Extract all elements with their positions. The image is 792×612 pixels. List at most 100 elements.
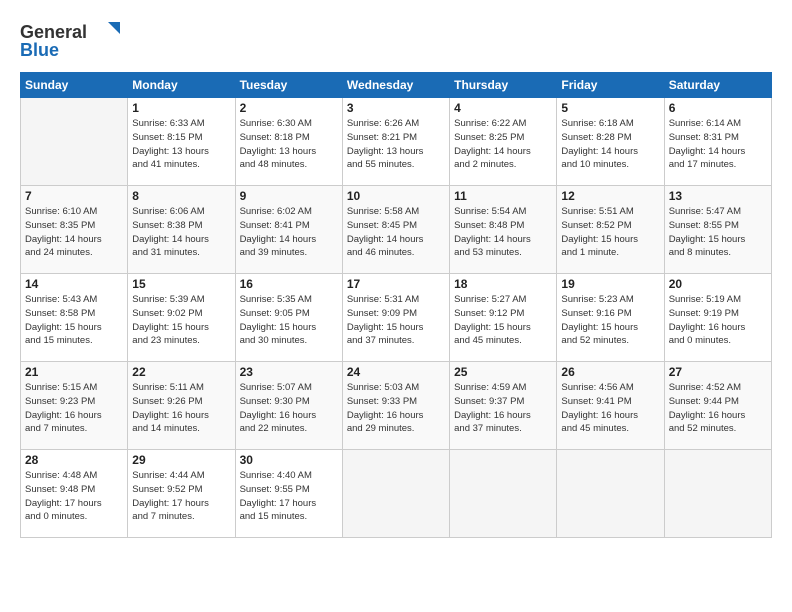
day-info: Sunrise: 6:10 AM Sunset: 8:35 PM Dayligh… bbox=[25, 205, 123, 260]
day-cell bbox=[664, 450, 771, 538]
day-number: 24 bbox=[347, 365, 445, 379]
day-info: Sunrise: 6:18 AM Sunset: 8:28 PM Dayligh… bbox=[561, 117, 659, 172]
day-number: 22 bbox=[132, 365, 230, 379]
week-row-4: 21Sunrise: 5:15 AM Sunset: 9:23 PM Dayli… bbox=[21, 362, 772, 450]
day-number: 19 bbox=[561, 277, 659, 291]
day-info: Sunrise: 6:26 AM Sunset: 8:21 PM Dayligh… bbox=[347, 117, 445, 172]
day-cell: 26 Sunrise: 4:56 AM Sunset: 9:41 PM Dayli… bbox=[557, 362, 664, 450]
day-cell: 19 Sunrise: 5:23 AM Sunset: 9:16 PM Dayli… bbox=[557, 274, 664, 362]
day-info: Sunrise: 5:27 AM Sunset: 9:12 PM Dayligh… bbox=[454, 293, 552, 348]
day-cell: 27Sunrise: 4:52 AM Sunset: 9:44 PM Dayli… bbox=[664, 362, 771, 450]
week-row-2: 7 Sunrise: 6:10 AM Sunset: 8:35 PM Daylig… bbox=[21, 186, 772, 274]
col-header-sunday: Sunday bbox=[21, 73, 128, 98]
col-header-friday: Friday bbox=[557, 73, 664, 98]
day-info: Sunrise: 5:47 AM Sunset: 8:55 PM Dayligh… bbox=[669, 205, 767, 260]
day-cell: 13Sunrise: 5:47 AM Sunset: 8:55 PM Dayli… bbox=[664, 186, 771, 274]
week-row-1: 1 Sunrise: 6:33 AM Sunset: 8:15 PM Daylig… bbox=[21, 98, 772, 186]
col-header-tuesday: Tuesday bbox=[235, 73, 342, 98]
day-cell: 3 Sunrise: 6:26 AM Sunset: 8:21 PM Daylig… bbox=[342, 98, 449, 186]
day-info: Sunrise: 4:52 AM Sunset: 9:44 PM Dayligh… bbox=[669, 381, 767, 436]
day-number: 16 bbox=[240, 277, 338, 291]
day-info: Sunrise: 5:51 AM Sunset: 8:52 PM Dayligh… bbox=[561, 205, 659, 260]
day-number: 1 bbox=[132, 101, 230, 115]
day-number: 18 bbox=[454, 277, 552, 291]
day-info: Sunrise: 6:22 AM Sunset: 8:25 PM Dayligh… bbox=[454, 117, 552, 172]
day-number: 2 bbox=[240, 101, 338, 115]
day-info: Sunrise: 6:02 AM Sunset: 8:41 PM Dayligh… bbox=[240, 205, 338, 260]
day-cell: 10 Sunrise: 5:58 AM Sunset: 8:45 PM Dayli… bbox=[342, 186, 449, 274]
day-cell: 15 Sunrise: 5:39 AM Sunset: 9:02 PM Dayli… bbox=[128, 274, 235, 362]
day-number: 5 bbox=[561, 101, 659, 115]
day-info: Sunrise: 5:03 AM Sunset: 9:33 PM Dayligh… bbox=[347, 381, 445, 436]
day-cell bbox=[450, 450, 557, 538]
day-cell: 28 Sunrise: 4:48 AM Sunset: 9:48 PM Dayli… bbox=[21, 450, 128, 538]
day-info: Sunrise: 4:56 AM Sunset: 9:41 PM Dayligh… bbox=[561, 381, 659, 436]
day-cell: 25 Sunrise: 4:59 AM Sunset: 9:37 PM Dayli… bbox=[450, 362, 557, 450]
day-cell: 4 Sunrise: 6:22 AM Sunset: 8:25 PM Daylig… bbox=[450, 98, 557, 186]
day-cell: 2Sunrise: 6:30 AM Sunset: 8:18 PM Daylig… bbox=[235, 98, 342, 186]
day-number: 26 bbox=[561, 365, 659, 379]
day-info: Sunrise: 4:48 AM Sunset: 9:48 PM Dayligh… bbox=[25, 469, 123, 524]
col-header-monday: Monday bbox=[128, 73, 235, 98]
day-info: Sunrise: 5:39 AM Sunset: 9:02 PM Dayligh… bbox=[132, 293, 230, 348]
day-cell: 18 Sunrise: 5:27 AM Sunset: 9:12 PM Dayli… bbox=[450, 274, 557, 362]
day-info: Sunrise: 5:31 AM Sunset: 9:09 PM Dayligh… bbox=[347, 293, 445, 348]
day-number: 12 bbox=[561, 189, 659, 203]
day-number: 17 bbox=[347, 277, 445, 291]
day-number: 9 bbox=[240, 189, 338, 203]
day-cell: 11Sunrise: 5:54 AM Sunset: 8:48 PM Dayli… bbox=[450, 186, 557, 274]
day-cell: 7 Sunrise: 6:10 AM Sunset: 8:35 PM Daylig… bbox=[21, 186, 128, 274]
day-cell: 5 Sunrise: 6:18 AM Sunset: 8:28 PM Daylig… bbox=[557, 98, 664, 186]
day-number: 7 bbox=[25, 189, 123, 203]
week-row-3: 14 Sunrise: 5:43 AM Sunset: 8:58 PM Dayli… bbox=[21, 274, 772, 362]
day-number: 23 bbox=[240, 365, 338, 379]
day-number: 25 bbox=[454, 365, 552, 379]
day-number: 29 bbox=[132, 453, 230, 467]
day-cell: 1 Sunrise: 6:33 AM Sunset: 8:15 PM Daylig… bbox=[128, 98, 235, 186]
day-cell: 12 Sunrise: 5:51 AM Sunset: 8:52 PM Dayli… bbox=[557, 186, 664, 274]
logo-svg: GeneralBlue bbox=[20, 16, 140, 64]
calendar-header-row: SundayMondayTuesdayWednesdayThursdayFrid… bbox=[21, 73, 772, 98]
day-info: Sunrise: 5:11 AM Sunset: 9:26 PM Dayligh… bbox=[132, 381, 230, 436]
day-number: 15 bbox=[132, 277, 230, 291]
day-info: Sunrise: 6:14 AM Sunset: 8:31 PM Dayligh… bbox=[669, 117, 767, 172]
day-cell: 24 Sunrise: 5:03 AM Sunset: 9:33 PM Dayli… bbox=[342, 362, 449, 450]
day-info: Sunrise: 5:19 AM Sunset: 9:19 PM Dayligh… bbox=[669, 293, 767, 348]
col-header-wednesday: Wednesday bbox=[342, 73, 449, 98]
day-info: Sunrise: 4:44 AM Sunset: 9:52 PM Dayligh… bbox=[132, 469, 230, 524]
day-info: Sunrise: 6:06 AM Sunset: 8:38 PM Dayligh… bbox=[132, 205, 230, 260]
day-cell: 9 Sunrise: 6:02 AM Sunset: 8:41 PM Daylig… bbox=[235, 186, 342, 274]
day-info: Sunrise: 4:40 AM Sunset: 9:55 PM Dayligh… bbox=[240, 469, 338, 524]
day-cell: 23 Sunrise: 5:07 AM Sunset: 9:30 PM Dayli… bbox=[235, 362, 342, 450]
day-info: Sunrise: 5:07 AM Sunset: 9:30 PM Dayligh… bbox=[240, 381, 338, 436]
day-number: 14 bbox=[25, 277, 123, 291]
day-info: Sunrise: 5:23 AM Sunset: 9:16 PM Dayligh… bbox=[561, 293, 659, 348]
day-cell bbox=[557, 450, 664, 538]
day-cell: 6 Sunrise: 6:14 AM Sunset: 8:31 PM Daylig… bbox=[664, 98, 771, 186]
calendar-table: SundayMondayTuesdayWednesdayThursdayFrid… bbox=[20, 72, 772, 538]
day-cell bbox=[21, 98, 128, 186]
day-cell: 21Sunrise: 5:15 AM Sunset: 9:23 PM Dayli… bbox=[21, 362, 128, 450]
day-number: 28 bbox=[25, 453, 123, 467]
day-cell: 17 Sunrise: 5:31 AM Sunset: 9:09 PM Dayli… bbox=[342, 274, 449, 362]
col-header-saturday: Saturday bbox=[664, 73, 771, 98]
day-info: Sunrise: 6:33 AM Sunset: 8:15 PM Dayligh… bbox=[132, 117, 230, 172]
day-cell: 14 Sunrise: 5:43 AM Sunset: 8:58 PM Dayli… bbox=[21, 274, 128, 362]
day-number: 4 bbox=[454, 101, 552, 115]
day-info: Sunrise: 5:58 AM Sunset: 8:45 PM Dayligh… bbox=[347, 205, 445, 260]
day-number: 20 bbox=[669, 277, 767, 291]
day-number: 8 bbox=[132, 189, 230, 203]
day-number: 6 bbox=[669, 101, 767, 115]
day-number: 3 bbox=[347, 101, 445, 115]
header: GeneralBlue bbox=[20, 16, 772, 64]
day-number: 10 bbox=[347, 189, 445, 203]
day-number: 30 bbox=[240, 453, 338, 467]
day-cell: 16Sunrise: 5:35 AM Sunset: 9:05 PM Dayli… bbox=[235, 274, 342, 362]
logo: GeneralBlue bbox=[20, 16, 140, 64]
day-info: Sunrise: 5:43 AM Sunset: 8:58 PM Dayligh… bbox=[25, 293, 123, 348]
day-info: Sunrise: 4:59 AM Sunset: 9:37 PM Dayligh… bbox=[454, 381, 552, 436]
day-cell: 29 Sunrise: 4:44 AM Sunset: 9:52 PM Dayli… bbox=[128, 450, 235, 538]
day-cell: 8 Sunrise: 6:06 AM Sunset: 8:38 PM Daylig… bbox=[128, 186, 235, 274]
day-number: 21 bbox=[25, 365, 123, 379]
day-cell bbox=[342, 450, 449, 538]
